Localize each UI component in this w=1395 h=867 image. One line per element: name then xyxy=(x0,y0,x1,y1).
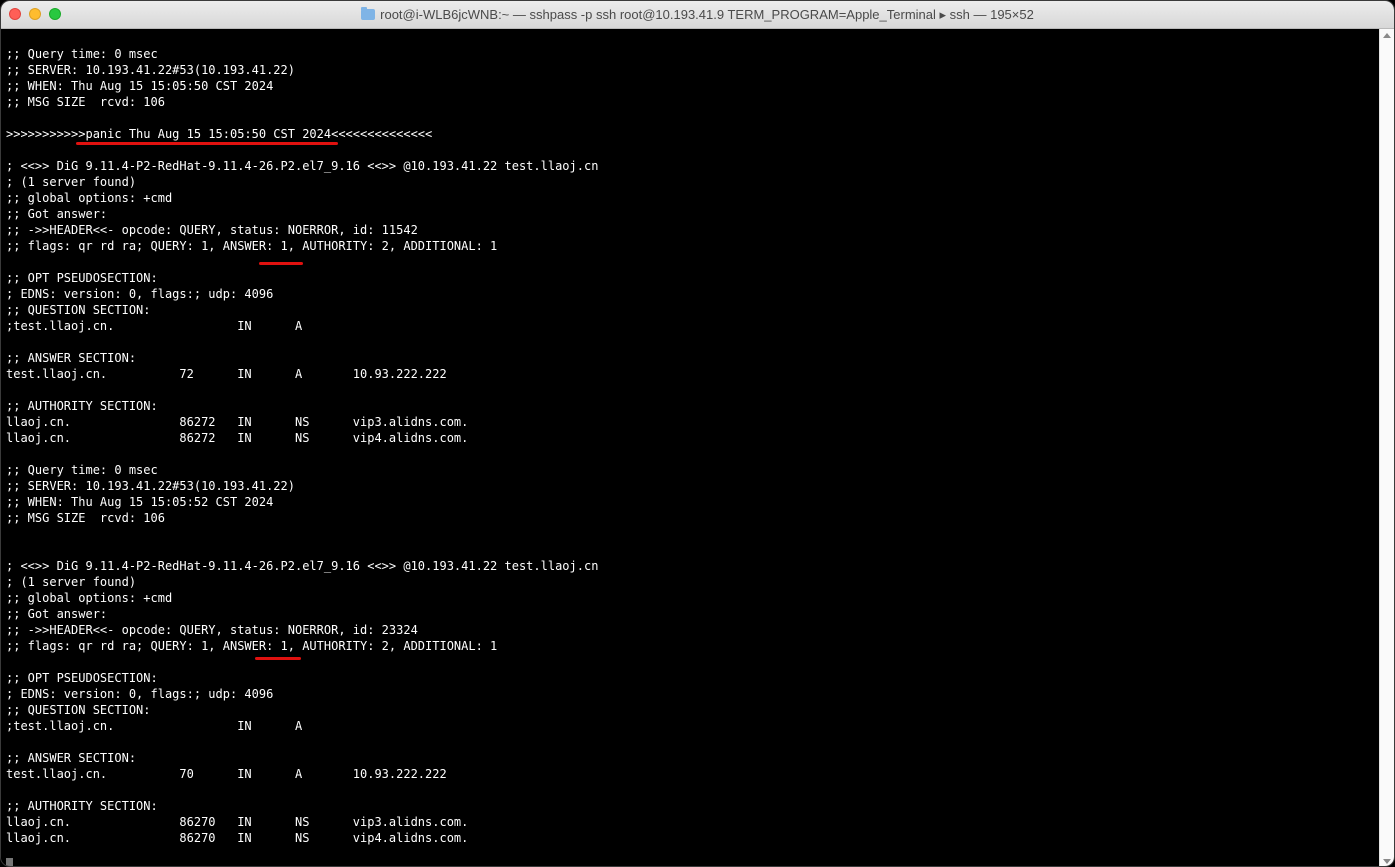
annotation-underline-panic xyxy=(76,142,338,145)
terminal-line: ;; ->>HEADER<<- opcode: QUERY, status: N… xyxy=(6,623,418,637)
text-cursor xyxy=(6,858,13,866)
terminal-line: ;; MSG SIZE rcvd: 106 xyxy=(6,511,165,525)
terminal-line: ;; ANSWER SECTION: xyxy=(6,351,137,365)
terminal-line: ;; global options: +cmd xyxy=(6,191,173,205)
terminal-line: ;; SERVER: 10.193.41.22#53(10.193.41.22) xyxy=(6,479,295,493)
terminal-line: ; (1 server found) xyxy=(6,575,137,589)
terminal-line: llaoj.cn. 86270 IN NS vip4.alidns.com. xyxy=(6,831,469,845)
terminal-line: ;; Got answer: xyxy=(6,607,108,621)
terminal-line: ;; WHEN: Thu Aug 15 15:05:52 CST 2024 xyxy=(6,495,274,509)
terminal-line: ;; global options: +cmd xyxy=(6,591,173,605)
terminal-line: llaoj.cn. 86272 IN NS vip3.alidns.com. xyxy=(6,415,469,429)
terminal-line: ;; MSG SIZE rcvd: 106 xyxy=(6,95,165,109)
terminal-line: ;; ANSWER SECTION: xyxy=(6,751,137,765)
annotation-underline-answer-2 xyxy=(255,657,301,660)
terminal-line: ; <<>> DiG 9.11.4-P2-RedHat-9.11.4-26.P2… xyxy=(6,159,599,173)
window-title: root@i-WLB6jcWNB:~ — sshpass -p ssh root… xyxy=(1,1,1394,29)
terminal-line: ;; Got answer: xyxy=(6,207,108,221)
terminal-lines: ;; Query time: 0 msec ;; SERVER: 10.193.4… xyxy=(6,46,598,846)
folder-icon xyxy=(361,7,376,20)
window-title-text: root@i-WLB6jcWNB:~ — sshpass -p ssh root… xyxy=(380,7,1034,22)
terminal-output[interactable]: ;; Query time: 0 msec ;; SERVER: 10.193.4… xyxy=(1,29,1381,866)
terminal-line: ;; OPT PSEUDOSECTION: xyxy=(6,671,158,685)
terminal-line: test.llaoj.cn. 72 IN A 10.93.222.222 xyxy=(6,367,447,381)
terminal-line: >>>>>>>>>>>panic Thu Aug 15 15:05:50 CST… xyxy=(6,127,433,141)
terminal-line: ;; AUTHORITY SECTION: xyxy=(6,799,158,813)
terminal-line: ;; AUTHORITY SECTION: xyxy=(6,399,158,413)
terminal-line: llaoj.cn. 86270 IN NS vip3.alidns.com. xyxy=(6,815,469,829)
terminal-line: ;test.llaoj.cn. IN A xyxy=(6,719,303,733)
terminal-line: ;; flags: qr rd ra; QUERY: 1, ANSWER: 1,… xyxy=(6,639,498,653)
vertical-scrollbar[interactable] xyxy=(1379,29,1394,866)
terminal-line: llaoj.cn. 86272 IN NS vip4.alidns.com. xyxy=(6,431,469,445)
terminal-line: test.llaoj.cn. 70 IN A 10.93.222.222 xyxy=(6,767,447,781)
terminal-line: ;; Query time: 0 msec xyxy=(6,47,158,61)
terminal-line: ; <<>> DiG 9.11.4-P2-RedHat-9.11.4-26.P2… xyxy=(6,559,599,573)
terminal-line: ;; Query time: 0 msec xyxy=(6,463,158,477)
terminal-line: ; EDNS: version: 0, flags:; udp: 4096 xyxy=(6,287,274,301)
terminal-line: ;; flags: qr rd ra; QUERY: 1, ANSWER: 1,… xyxy=(6,239,498,253)
terminal-line: ;; QUESTION SECTION: xyxy=(6,703,151,717)
terminal-line: ;test.llaoj.cn. IN A xyxy=(6,319,303,333)
terminal-line: ; EDNS: version: 0, flags:; udp: 4096 xyxy=(6,687,274,701)
scroll-up-arrow-icon[interactable] xyxy=(1383,33,1391,38)
terminal-line: ;; ->>HEADER<<- opcode: QUERY, status: N… xyxy=(6,223,418,237)
scroll-down-arrow-icon[interactable] xyxy=(1383,859,1391,864)
terminal-line: ; (1 server found) xyxy=(6,175,137,189)
terminal-window: root@i-WLB6jcWNB:~ — sshpass -p ssh root… xyxy=(0,0,1395,867)
title-bar[interactable]: root@i-WLB6jcWNB:~ — sshpass -p ssh root… xyxy=(1,1,1394,29)
annotation-underline-answer-1 xyxy=(259,262,303,265)
terminal-line: ;; QUESTION SECTION: xyxy=(6,303,151,317)
terminal-line: ;; OPT PSEUDOSECTION: xyxy=(6,271,158,285)
terminal-line: ;; SERVER: 10.193.41.22#53(10.193.41.22) xyxy=(6,63,295,77)
terminal-line: ;; WHEN: Thu Aug 15 15:05:50 CST 2024 xyxy=(6,79,274,93)
